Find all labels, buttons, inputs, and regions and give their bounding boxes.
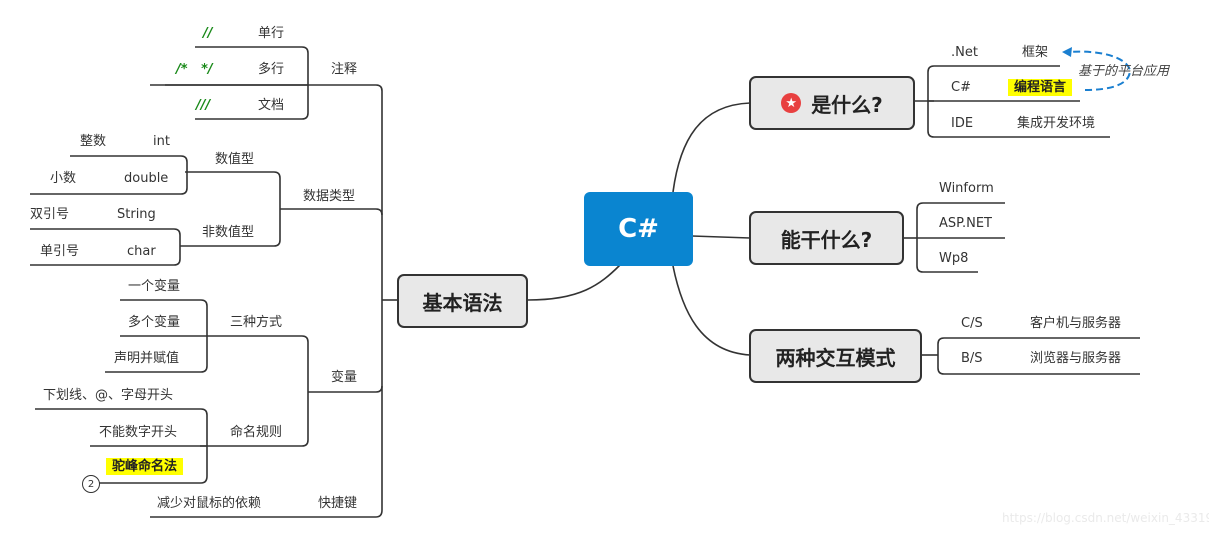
node-label: 能干什么? [780,227,873,252]
topic-decimal[interactable]: 小数 [50,171,76,187]
connector-root-basic [527,264,621,301]
topic-nonnumeric[interactable]: 非数值型 [202,225,254,241]
type-string: String [117,207,156,222]
type-char: char [127,244,156,259]
connector-root-can [691,235,751,239]
key-cs: C/S [961,316,983,331]
topic-naming-rules[interactable]: 命名规则 [230,425,282,441]
relation-label[interactable]: 基于的平台应用 [1078,60,1169,79]
topic-multi-line[interactable]: 多行 [258,62,284,78]
node-can[interactable]: 能干什么? [749,211,904,265]
code-doc: /// [196,98,211,113]
connector-root-modes [672,265,751,356]
type-int: int [153,134,170,149]
node-modes[interactable]: 两种交互模式 [749,329,922,383]
type-double: double [124,171,169,186]
topic-single-line[interactable]: 单行 [258,26,284,42]
key-dotnet: .Net [951,45,978,60]
node-label: 是什么? [811,92,883,117]
node-label: 基本语法 [422,290,503,315]
topic-framework[interactable]: 框架 [1022,45,1048,61]
code-single: // [203,26,213,41]
node-basic-syntax[interactable]: 基本语法 [397,274,528,328]
star-icon: ★ [781,93,802,113]
key-ide: IDE [951,116,974,131]
topic-datatypes[interactable]: 数据类型 [303,189,355,205]
topic-naming-start[interactable]: 下划线、@、字母开头 [43,388,173,404]
topic-declare-assign[interactable]: 声明并赋值 [114,351,179,367]
topic-numeric[interactable]: 数值型 [215,152,254,168]
topic-no-digit-start[interactable]: 不能数字开头 [99,425,177,441]
topic-camel-case[interactable]: 驼峰命名法 [106,458,184,475]
node-what[interactable]: ★ 是什么? [749,76,915,130]
highlight-label: 编程语言 [1008,79,1073,96]
topic-integer[interactable]: 整数 [80,134,106,150]
topic-aspnet[interactable]: ASP.NET [939,216,992,232]
topic-comments[interactable]: 注释 [331,62,357,78]
topic-client-server[interactable]: 客户机与服务器 [1030,316,1121,332]
watermark: https://blog.csdn.net/weixin_43319713 [1002,511,1209,525]
topic-ide[interactable]: 集成开发环境 [1017,116,1095,132]
connector-root-what [672,102,751,193]
key-csharp: C# [951,80,971,95]
topic-doc[interactable]: 文档 [258,98,284,114]
topic-three-ways[interactable]: 三种方式 [230,315,282,331]
number-badge: 2 [82,475,100,493]
root-label: C# [618,214,659,244]
arrow-head-icon [1062,47,1072,57]
topic-one-variable[interactable]: 一个变量 [128,279,180,295]
key-bs: B/S [961,351,983,366]
code-multi: /* */ [176,62,213,77]
topic-wp8[interactable]: Wp8 [939,251,968,267]
topic-variables[interactable]: 变量 [331,370,357,386]
topic-winform[interactable]: Winform [939,181,994,197]
topic-double-quote[interactable]: 双引号 [30,207,69,223]
topic-shortcut-desc[interactable]: 减少对鼠标的依赖 [157,496,261,512]
root-node[interactable]: C# [584,192,693,266]
topic-language[interactable]: 编程语言 [1008,79,1073,96]
topic-single-quote[interactable]: 单引号 [40,244,79,260]
topic-browser-server[interactable]: 浏览器与服务器 [1030,351,1121,367]
node-label: 两种交互模式 [775,345,896,370]
highlight-label: 驼峰命名法 [106,458,184,475]
topic-shortcut[interactable]: 快捷键 [318,496,357,512]
topic-multi-variable[interactable]: 多个变量 [128,315,180,331]
